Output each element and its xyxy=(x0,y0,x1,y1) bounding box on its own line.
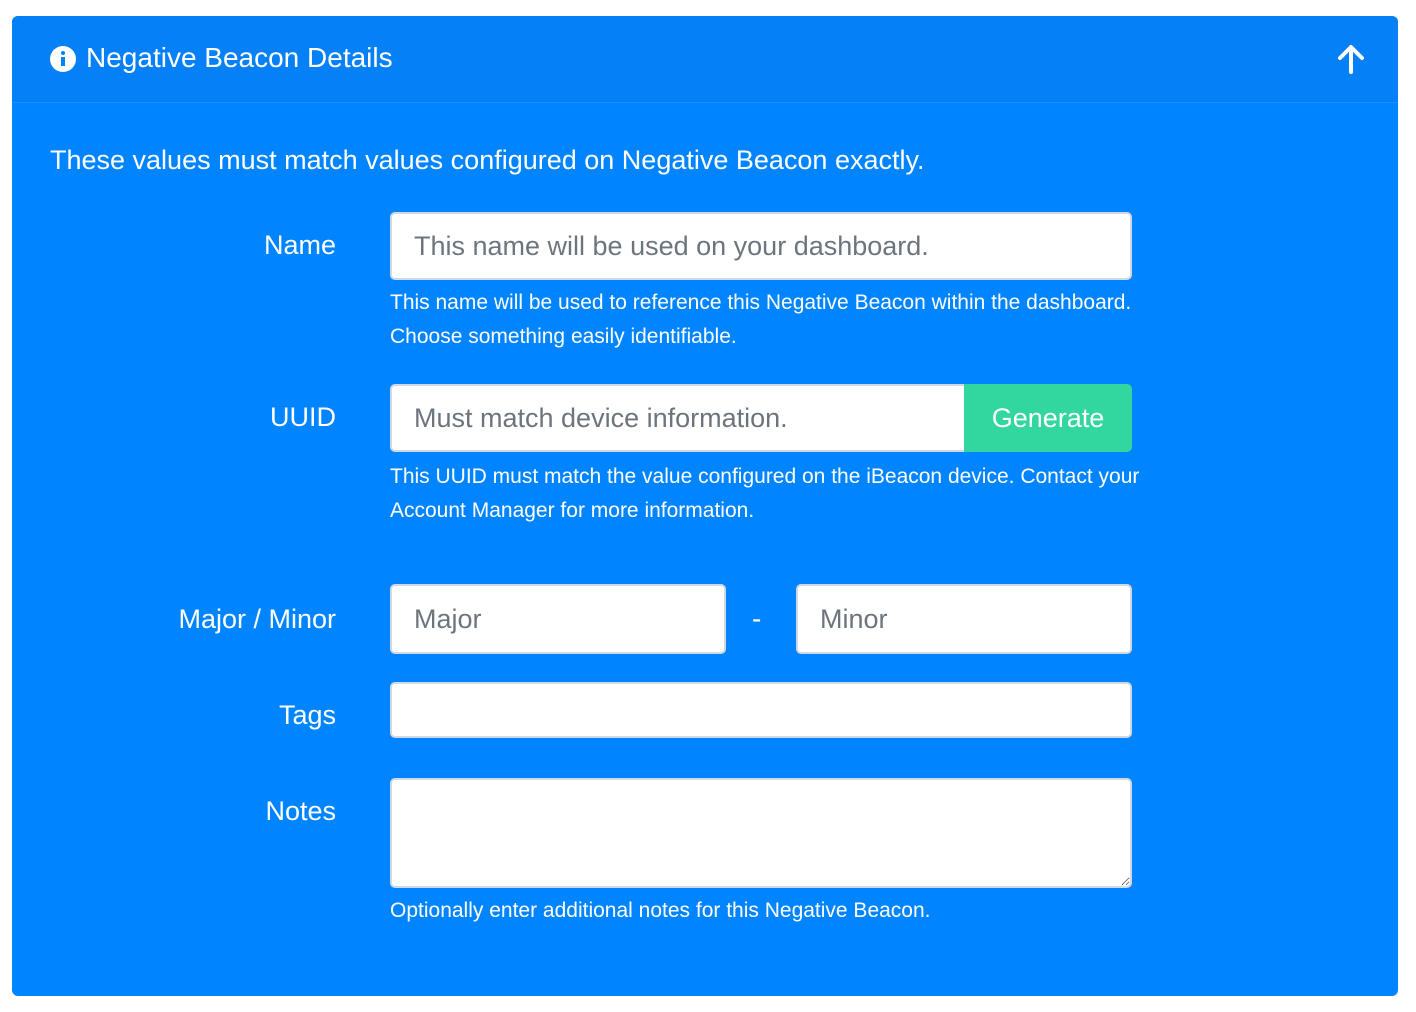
generate-button[interactable]: Generate xyxy=(964,384,1132,452)
panel-header[interactable]: Negative Beacon Details xyxy=(12,16,1398,103)
major-minor-label: Major / Minor xyxy=(178,604,336,634)
uuid-help-text: This UUID must match the value configure… xyxy=(390,465,1140,522)
arrow-up-icon[interactable] xyxy=(1334,42,1368,76)
name-help-text: This name will be used to reference this… xyxy=(390,291,1132,348)
beacon-details-panel: Negative Beacon Details These values mus… xyxy=(12,16,1398,996)
uuid-label: UUID xyxy=(270,402,336,432)
info-circle-icon xyxy=(50,46,76,72)
minor-input[interactable] xyxy=(796,584,1132,654)
intro-text: These values must match values configure… xyxy=(50,145,925,175)
major-minor-separator: - xyxy=(752,603,762,634)
notes-textarea[interactable] xyxy=(390,778,1132,888)
panel-title: Negative Beacon Details xyxy=(86,42,393,73)
notes-help-text: Optionally enter additional notes for th… xyxy=(390,899,931,922)
tags-label: Tags xyxy=(278,700,336,730)
name-label: Name xyxy=(263,230,336,260)
name-input[interactable] xyxy=(390,212,1132,280)
uuid-input[interactable] xyxy=(390,384,966,452)
tags-input[interactable] xyxy=(390,682,1132,738)
notes-label: Notes xyxy=(265,796,336,826)
major-input[interactable] xyxy=(390,584,726,654)
